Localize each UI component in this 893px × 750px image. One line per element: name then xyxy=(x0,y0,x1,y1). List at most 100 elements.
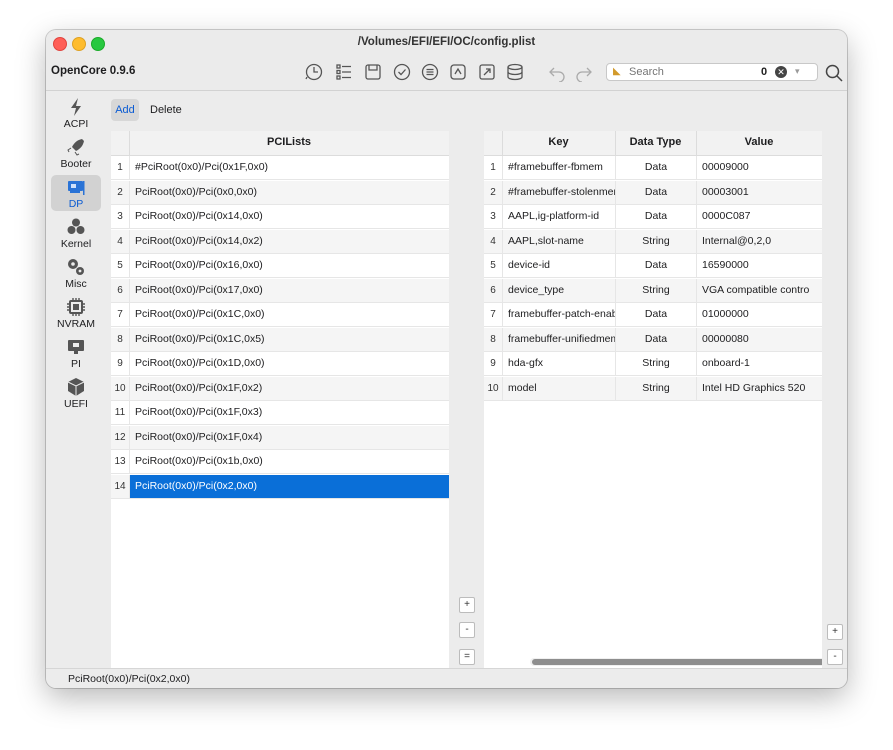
pci-path-cell[interactable]: PciRoot(0x0)/Pci(0x1F,0x3) xyxy=(129,401,449,424)
value-cell[interactable]: VGA compatible contro xyxy=(696,278,822,302)
value-cell[interactable]: onboard-1 xyxy=(696,352,822,375)
add-key-button[interactable]: + xyxy=(827,624,843,640)
key-cell[interactable]: #framebuffer-fbmem xyxy=(502,156,615,179)
share-icon[interactable] xyxy=(476,60,498,84)
pci-path-cell[interactable]: #PciRoot(0x0)/Pci(0x1F,0x0) xyxy=(129,156,449,179)
sidebar-item-misc[interactable]: Misc xyxy=(51,255,101,291)
data-type-cell[interactable]: Data xyxy=(615,205,696,228)
table-row[interactable]: 3 PciRoot(0x0)/Pci(0x14,0x0) xyxy=(111,205,449,229)
pci-path-cell[interactable]: PciRoot(0x0)/Pci(0x1b,0x0) xyxy=(129,450,449,473)
data-type-cell[interactable]: Data xyxy=(615,303,696,326)
pci-path-cell[interactable]: PciRoot(0x0)/Pci(0x2,0x0) xyxy=(129,474,449,498)
table-row[interactable]: 12 PciRoot(0x0)/Pci(0x1F,0x4) xyxy=(111,425,449,450)
add-row-button[interactable]: + xyxy=(459,597,475,613)
sidebar-item-booter[interactable]: Booter xyxy=(51,135,101,171)
sidebar-item-kernel[interactable]: Kernel xyxy=(51,215,101,251)
table-row[interactable]: 13 PciRoot(0x0)/Pci(0x1b,0x0) xyxy=(111,450,449,474)
data-type-cell[interactable]: String xyxy=(615,376,696,400)
data-type-cell[interactable]: Data xyxy=(615,156,696,179)
data-type-cell[interactable]: String xyxy=(615,352,696,375)
table-row[interactable]: 5 PciRoot(0x0)/Pci(0x16,0x0) xyxy=(111,254,449,278)
table-row[interactable]: 2 PciRoot(0x0)/Pci(0x0,0x0) xyxy=(111,180,449,205)
value-cell[interactable]: 16590000 xyxy=(696,254,822,277)
key-cell[interactable]: AAPL,slot-name xyxy=(502,229,615,253)
table-row[interactable]: 6 device_type String VGA compatible contro xyxy=(484,278,822,303)
add-button[interactable]: Add xyxy=(111,99,139,121)
column-header-key[interactable]: Key xyxy=(502,136,615,148)
pci-path-cell[interactable]: PciRoot(0x0)/Pci(0x1F,0x2) xyxy=(129,376,449,400)
table-row[interactable]: 11 PciRoot(0x0)/Pci(0x1F,0x3) xyxy=(111,401,449,425)
scrollbar-thumb[interactable] xyxy=(532,659,840,665)
key-cell[interactable]: model xyxy=(502,376,615,400)
remove-row-button[interactable]: - xyxy=(459,622,475,638)
sidebar-item-pi[interactable]: PI xyxy=(51,335,101,371)
table-row[interactable]: 6 PciRoot(0x0)/Pci(0x17,0x0) xyxy=(111,278,449,303)
sidebar-item-dp[interactable]: DP xyxy=(51,175,101,211)
data-type-cell[interactable]: Data xyxy=(615,180,696,204)
table-row[interactable]: 5 device-id Data 16590000 xyxy=(484,254,822,278)
search-icon[interactable] xyxy=(824,63,844,83)
table-row[interactable]: 4 PciRoot(0x0)/Pci(0x14,0x2) xyxy=(111,229,449,254)
list-icon[interactable] xyxy=(333,60,355,84)
data-type-cell[interactable]: String xyxy=(615,278,696,302)
remove-key-button[interactable]: - xyxy=(827,649,843,665)
sidebar-item-acpi[interactable]: ACPI xyxy=(51,95,101,131)
key-cell[interactable]: framebuffer-patch-enable xyxy=(502,303,615,326)
redo-icon[interactable] xyxy=(573,60,595,84)
table-row[interactable]: 2 #framebuffer-stolenmem Data 00003001 xyxy=(484,180,822,205)
column-header-pcilists[interactable]: PCILists xyxy=(129,136,449,148)
table-row[interactable]: 9 hda-gfx String onboard-1 xyxy=(484,352,822,376)
table-row[interactable]: 1 #framebuffer-fbmem Data 00009000 xyxy=(484,156,822,180)
table-row[interactable]: 7 PciRoot(0x0)/Pci(0x1C,0x0) xyxy=(111,303,449,327)
table-row[interactable]: 10 PciRoot(0x0)/Pci(0x1F,0x2) xyxy=(111,376,449,401)
search-input[interactable] xyxy=(629,65,749,79)
database-icon[interactable] xyxy=(504,60,526,84)
table-row[interactable]: 7 framebuffer-patch-enable Data 01000000 xyxy=(484,303,822,327)
data-type-cell[interactable]: String xyxy=(615,229,696,253)
pci-path-cell[interactable]: PciRoot(0x0)/Pci(0x16,0x0) xyxy=(129,254,449,277)
key-cell[interactable]: hda-gfx xyxy=(502,352,615,375)
key-cell[interactable]: device_type xyxy=(502,278,615,302)
sidebar-item-nvram[interactable]: NVRAM xyxy=(51,295,101,331)
pci-path-cell[interactable]: PciRoot(0x0)/Pci(0x14,0x0) xyxy=(129,205,449,228)
pcie-icon[interactable] xyxy=(447,60,469,84)
pci-path-cell[interactable]: PciRoot(0x0)/Pci(0x1D,0x0) xyxy=(129,352,449,375)
key-cell[interactable]: device-id xyxy=(502,254,615,277)
search-field[interactable]: ◣ 0 ✕ ▾ xyxy=(606,63,818,81)
menu-list-icon[interactable] xyxy=(419,60,441,84)
table-row[interactable]: 14 PciRoot(0x0)/Pci(0x2,0x0) xyxy=(111,474,449,499)
key-cell[interactable]: #framebuffer-stolenmem xyxy=(502,180,615,204)
column-header-value[interactable]: Value xyxy=(696,136,822,148)
value-cell[interactable]: 00009000 xyxy=(696,156,822,179)
pci-path-cell[interactable]: PciRoot(0x0)/Pci(0x14,0x2) xyxy=(129,229,449,253)
table-row[interactable]: 10 model String Intel HD Graphics 520 xyxy=(484,376,822,401)
pci-path-cell[interactable]: PciRoot(0x0)/Pci(0x1C,0x5) xyxy=(129,327,449,351)
table-row[interactable]: 9 PciRoot(0x0)/Pci(0x1D,0x0) xyxy=(111,352,449,376)
value-cell[interactable]: 00003001 xyxy=(696,180,822,204)
sidebar-item-uefi[interactable]: UEFI xyxy=(51,375,101,411)
data-type-cell[interactable]: Data xyxy=(615,254,696,277)
table-row[interactable]: 8 framebuffer-unifiedmem Data 00000080 xyxy=(484,327,822,352)
pci-path-cell[interactable]: PciRoot(0x0)/Pci(0x1C,0x0) xyxy=(129,303,449,326)
value-cell[interactable]: 0000C087 xyxy=(696,205,822,228)
table-row[interactable]: 3 AAPL,ig-platform-id Data 0000C087 xyxy=(484,205,822,229)
key-cell[interactable]: framebuffer-unifiedmem xyxy=(502,327,615,351)
pci-path-cell[interactable]: PciRoot(0x0)/Pci(0x17,0x0) xyxy=(129,278,449,302)
key-cell[interactable]: AAPL,ig-platform-id xyxy=(502,205,615,228)
value-cell[interactable]: 01000000 xyxy=(696,303,822,326)
value-cell[interactable]: Intel HD Graphics 520 xyxy=(696,376,822,400)
value-cell[interactable]: 00000080 xyxy=(696,327,822,351)
save-icon[interactable] xyxy=(362,60,384,84)
undo-icon[interactable] xyxy=(546,60,568,84)
value-cell[interactable]: Internal@0,2,0 xyxy=(696,229,822,253)
table-row[interactable]: 1 #PciRoot(0x0)/Pci(0x1F,0x0) xyxy=(111,156,449,180)
pci-path-cell[interactable]: PciRoot(0x0)/Pci(0x0,0x0) xyxy=(129,180,449,204)
history-icon[interactable] xyxy=(303,60,325,84)
delete-button[interactable]: Delete xyxy=(144,99,188,121)
checkmark-icon[interactable] xyxy=(391,60,413,84)
chevron-down-icon[interactable]: ▾ xyxy=(795,66,800,77)
data-type-cell[interactable]: Data xyxy=(615,327,696,351)
move-row-button[interactable]: = xyxy=(459,649,475,665)
column-header-data-type[interactable]: Data Type xyxy=(615,136,696,148)
clear-search-icon[interactable]: ✕ xyxy=(775,66,787,78)
